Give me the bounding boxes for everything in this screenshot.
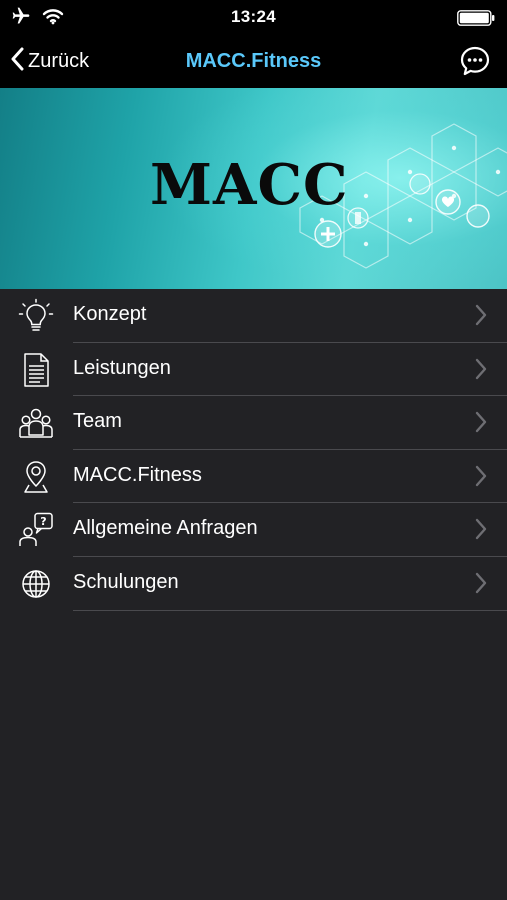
menu-item-label: Allgemeine Anfragen	[73, 517, 258, 540]
menu-item-allgemeine-anfragen[interactable]: ? Allgemeine Anfragen	[0, 503, 507, 557]
chevron-right-icon	[475, 465, 487, 492]
chevron-left-icon	[10, 47, 24, 76]
banner-wordmark: MACC	[150, 152, 349, 218]
row-divider	[73, 609, 507, 611]
menu-item-label: MACC.Fitness	[73, 463, 202, 486]
chevron-right-icon	[475, 304, 487, 331]
battery-icon	[457, 10, 495, 31]
globe-icon	[18, 566, 54, 602]
menu-item-leistungen[interactable]: Leistungen	[0, 343, 507, 397]
location-pin-icon	[18, 459, 54, 495]
back-label: Zurück	[28, 49, 90, 72]
chat-button[interactable]	[459, 45, 491, 77]
menu-item-konzept[interactable]: Konzept	[0, 289, 507, 343]
menu-item-schulungen[interactable]: Schulungen	[0, 557, 507, 611]
status-bar: 13:24	[0, 0, 507, 34]
chevron-right-icon	[475, 411, 487, 438]
document-icon	[18, 352, 54, 388]
chevron-right-icon	[475, 572, 487, 599]
menu-item-label: Team	[73, 410, 122, 433]
menu-item-label: Konzept	[73, 303, 147, 325]
lightbulb-icon	[18, 298, 54, 334]
chat-bubble-icon	[459, 46, 491, 81]
menu-item-macc-fitness[interactable]: MACC.Fitness	[0, 450, 507, 504]
chevron-right-icon	[475, 358, 487, 385]
menu-list: Konzept Leistungen Team MACC.Fitness ? A…	[0, 289, 507, 611]
svg-text:?: ?	[40, 515, 46, 528]
menu-item-team[interactable]: Team	[0, 396, 507, 450]
team-icon	[18, 405, 54, 441]
navigation-bar: Zurück MACC.Fitness	[0, 34, 507, 88]
back-button[interactable]: Zurück	[10, 46, 89, 76]
question-person-icon: ?	[18, 512, 54, 548]
status-time: 13:24	[231, 7, 276, 26]
menu-item-label: Leistungen	[73, 356, 171, 379]
menu-item-label: Schulungen	[73, 570, 179, 593]
chevron-right-icon	[475, 518, 487, 545]
header-banner: MACC	[0, 88, 507, 289]
